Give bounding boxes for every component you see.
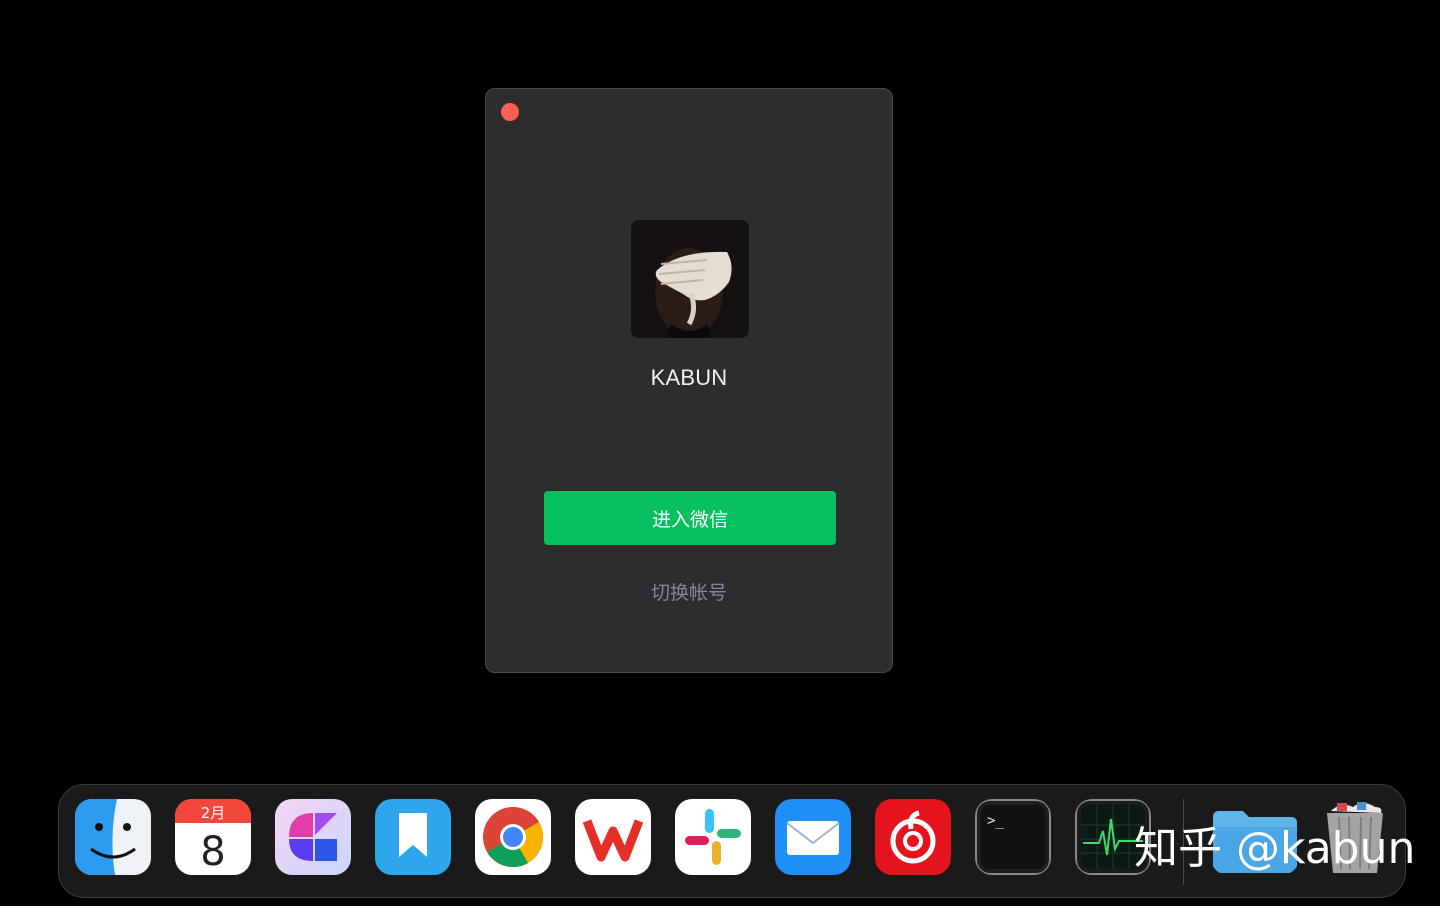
avatar	[631, 220, 749, 338]
calendar-month: 2月	[201, 804, 226, 822]
mail-icon[interactable]	[775, 799, 851, 875]
enter-wechat-button[interactable]: 进入微信	[544, 491, 836, 545]
close-window-button[interactable]	[501, 103, 519, 121]
bookmark-icon[interactable]	[375, 799, 451, 875]
switch-account-link[interactable]: 切换帐号	[486, 578, 892, 605]
username: KABUN	[650, 365, 728, 390]
terminal-icon[interactable]: >_	[975, 799, 1051, 875]
chrome-icon[interactable]	[475, 799, 551, 875]
craft-icon[interactable]	[275, 799, 351, 875]
terminal-prompt: >_	[987, 813, 1004, 829]
calendar-day: 8	[200, 829, 225, 875]
wps-icon[interactable]	[575, 799, 651, 875]
wechat-login-window: KABUN 进入微信 切换帐号	[485, 88, 893, 673]
calendar-icon[interactable]: 2月 8	[175, 799, 251, 875]
netease-music-icon[interactable]	[875, 799, 951, 875]
watermark: 知乎 @kabun	[1134, 823, 1416, 874]
slack-icon[interactable]	[675, 799, 751, 875]
finder-icon[interactable]	[75, 799, 151, 875]
